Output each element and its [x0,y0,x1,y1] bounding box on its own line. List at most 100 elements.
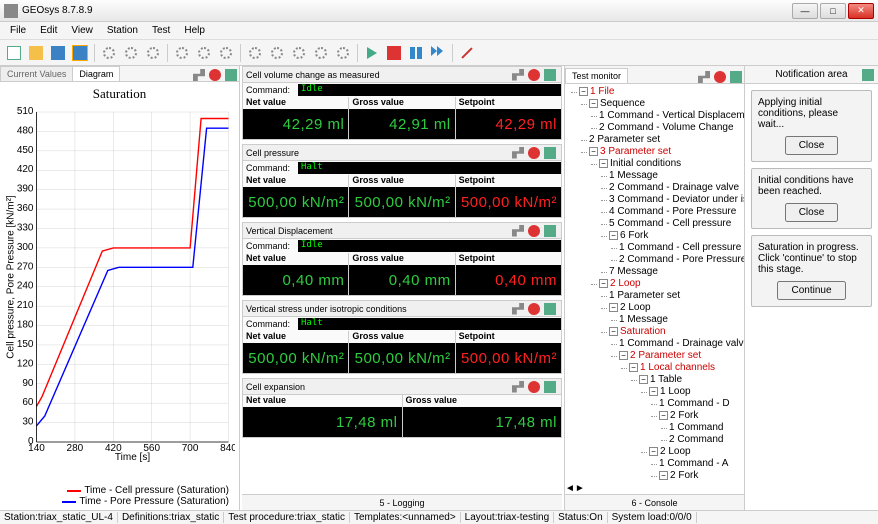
settings-icon[interactable] [698,71,710,83]
panel-title: Cell expansion [246,382,510,392]
svg-text:90: 90 [22,378,34,389]
delete-icon[interactable] [528,381,540,393]
svg-text:480: 480 [17,125,34,136]
layers-icon[interactable] [544,225,556,237]
delete-icon[interactable] [209,69,221,81]
readout: 0,40 mm [456,265,561,295]
command-value: Idle [298,84,561,96]
notif-card-0: Applying initial conditions, please wait… [751,90,872,162]
readout: 500,00 kN/m² [349,343,454,373]
close-button[interactable]: ✕ [848,3,874,19]
delete-icon[interactable] [528,147,540,159]
chart-area: Saturation 03060901201501802102402703003… [0,82,239,510]
tool-h[interactable] [267,43,287,63]
layers-icon[interactable] [544,303,556,315]
svg-text:240: 240 [17,281,34,292]
layers-icon[interactable] [225,69,237,81]
readout: 42,29 ml [456,109,561,139]
tool-k[interactable] [333,43,353,63]
app-icon [4,4,18,18]
tool-d[interactable] [172,43,192,63]
panel-title: Vertical Displacement [246,226,510,236]
menu-station[interactable]: Station [101,23,144,38]
svg-text:450: 450 [17,145,34,156]
menu-test[interactable]: Test [146,23,176,38]
save-button[interactable] [48,43,68,63]
card-button[interactable]: Continue [777,281,845,300]
readout: 0,40 mm [243,265,348,295]
delete-icon[interactable] [528,225,540,237]
svg-text:Cell pressure, Pore Pressure [: Cell pressure, Pore Pressure [kN/m²] [6,195,17,359]
settings-icon[interactable] [512,147,524,159]
command-value: Halt [298,318,561,330]
layers-icon[interactable] [544,381,556,393]
maximize-button[interactable]: □ [820,3,846,19]
menu-edit[interactable]: Edit [34,23,63,38]
delete-icon[interactable] [528,69,540,81]
card-button[interactable]: Close [785,136,839,155]
settings-icon[interactable] [512,225,524,237]
tool-j[interactable] [311,43,331,63]
readout: 42,29 ml [243,109,348,139]
svg-text:330: 330 [17,222,34,233]
tool-i[interactable] [289,43,309,63]
menu-file[interactable]: File [4,23,32,38]
toolbar [0,40,878,66]
svg-text:420: 420 [17,164,34,175]
panel-2: Vertical Displacement Command:IdleNet va… [242,222,562,296]
menu-help[interactable]: Help [178,23,211,38]
new-button[interactable] [4,43,24,63]
tool-e[interactable] [194,43,214,63]
menubar: File Edit View Station Test Help [0,22,878,40]
test-tree[interactable]: −1 File −Sequence 1 Command - Vertical D… [565,84,744,483]
delete-icon[interactable] [528,303,540,315]
open-button[interactable] [26,43,46,63]
readout: 500,00 kN/m² [243,343,348,373]
tool-f[interactable] [216,43,236,63]
delete-icon[interactable] [714,71,726,83]
saveas-button[interactable] [70,43,90,63]
layers-icon[interactable] [862,69,874,81]
svg-text:210: 210 [17,300,34,311]
card-button[interactable]: Close [785,203,839,222]
layers-icon[interactable] [544,147,556,159]
tree-scroll[interactable]: ◄► [565,483,744,494]
layers-icon[interactable] [544,69,556,81]
play-button[interactable] [362,43,382,63]
stop-button[interactable] [384,43,404,63]
bottom-tab-console[interactable]: 6 - Console [565,494,744,510]
readout: 500,00 kN/m² [349,187,454,217]
settings-icon[interactable] [193,69,205,81]
left-tabs: Current Values Diagram [0,66,239,82]
svg-text:700: 700 [182,443,199,454]
saturation-chart: 0306090120150180210240270300330360390420… [4,102,235,482]
svg-text:180: 180 [17,320,34,331]
tool-a[interactable] [99,43,119,63]
panel-0: Cell volume change as measured Command:I… [242,66,562,140]
svg-text:510: 510 [17,106,34,117]
readout: 17,48 ml [243,407,402,437]
tab-current-values[interactable]: Current Values [0,66,73,81]
layers-icon[interactable] [730,71,742,83]
tab-diagram[interactable]: Diagram [72,66,120,81]
fastforward-button[interactable] [428,43,448,63]
tab-test-monitor[interactable]: Test monitor [565,68,628,83]
readout: 42,91 ml [349,109,454,139]
tool-c[interactable] [143,43,163,63]
bottom-tab-logging[interactable]: 5 - Logging [242,494,562,510]
menu-view[interactable]: View [65,23,99,38]
svg-text:30: 30 [22,417,34,428]
center-column: Cell volume change as measured Command:I… [240,66,565,510]
tool-b[interactable] [121,43,141,63]
tool-g[interactable] [245,43,265,63]
pause-button[interactable] [406,43,426,63]
chart-title: Saturation [4,86,235,102]
svg-text:840: 840 [220,443,235,454]
settings-icon[interactable] [512,381,524,393]
minimize-button[interactable]: — [792,3,818,19]
readout: 17,48 ml [403,407,562,437]
svg-text:150: 150 [17,339,34,350]
settings-icon[interactable] [512,69,524,81]
settings-icon[interactable] [512,303,524,315]
wand-button[interactable] [457,43,477,63]
